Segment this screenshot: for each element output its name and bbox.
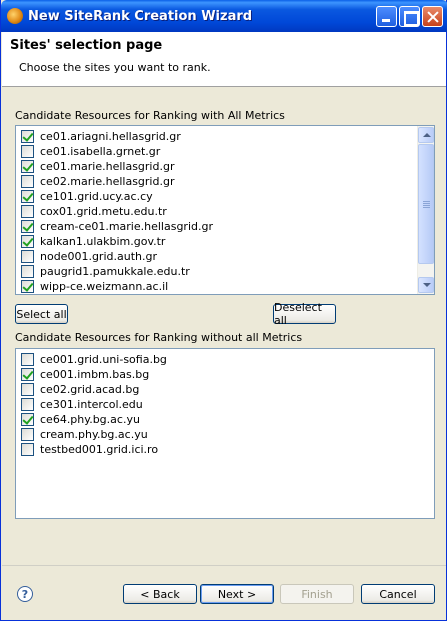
list-item-label: ce101.grid.ucy.ac.cy: [40, 190, 153, 203]
select-all-button[interactable]: Select all: [15, 304, 68, 324]
list-item[interactable]: cream.phy.bg.ac.yu: [21, 427, 148, 442]
list-item[interactable]: ce01.isabella.grnet.gr: [21, 144, 160, 159]
list-item-label: wipp-ce.weizmann.ac.il: [40, 280, 169, 293]
list-item-label: ce01.isabella.grnet.gr: [40, 145, 161, 158]
checkbox-checked[interactable]: [21, 413, 34, 426]
checkbox-unchecked[interactable]: [21, 145, 34, 158]
list-item[interactable]: cox01.grid.metu.edu.tr: [21, 204, 167, 219]
list-item-label: ce001.grid.uni-sofia.bg: [40, 353, 167, 366]
next-button[interactable]: Next >: [200, 584, 274, 604]
close-button[interactable]: [422, 6, 443, 27]
checkbox-unchecked[interactable]: [21, 383, 34, 396]
wizard-header: Sites' selection page Choose the sites y…: [2, 32, 446, 87]
page-description: Choose the sites you want to rank.: [19, 61, 211, 74]
page-title: Sites' selection page: [10, 38, 163, 53]
list-item[interactable]: paugrid1.pamukkale.edu.tr: [21, 264, 190, 279]
list-item-label: node001.grid.auth.gr: [40, 250, 157, 263]
window-title: New SiteRank Creation Wizard: [28, 9, 253, 24]
checkbox-checked[interactable]: [21, 190, 34, 203]
list-item[interactable]: ce001.grid.uni-sofia.bg: [21, 352, 167, 367]
scroll-down-icon[interactable]: [418, 277, 434, 293]
list-item-label: cox01.grid.metu.edu.tr: [40, 205, 167, 218]
checkbox-unchecked[interactable]: [21, 250, 34, 263]
help-icon[interactable]: ?: [17, 586, 33, 602]
cancel-button[interactable]: Cancel: [361, 584, 435, 604]
checkbox-unchecked[interactable]: [21, 175, 34, 188]
scroll-up-icon[interactable]: [418, 127, 434, 143]
app-icon: [7, 8, 23, 24]
checkbox-checked[interactable]: [21, 368, 34, 381]
list-item-label: cream.phy.bg.ac.yu: [40, 428, 148, 441]
list-item[interactable]: ce101.grid.ucy.ac.cy: [21, 189, 153, 204]
list-item-label: paugrid1.pamukkale.edu.tr: [40, 265, 190, 278]
list-item-label: ce001.imbm.bas.bg: [40, 368, 150, 381]
finish-button: Finish: [280, 584, 354, 604]
list-item-label: testbed001.grid.ici.ro: [40, 443, 159, 456]
checkbox-unchecked[interactable]: [21, 265, 34, 278]
list-item[interactable]: ce301.intercol.edu: [21, 397, 143, 412]
checkbox-checked[interactable]: [21, 130, 34, 143]
list-item[interactable]: ce64.phy.bg.ac.yu: [21, 412, 140, 427]
checkbox-unchecked[interactable]: [21, 443, 34, 456]
list-item-label: kalkan1.ulakbim.gov.tr: [40, 235, 166, 248]
checkbox-unchecked[interactable]: [21, 398, 34, 411]
list-item-label: ce64.phy.bg.ac.yu: [40, 413, 140, 426]
checkbox-unchecked[interactable]: [21, 353, 34, 366]
checkbox-checked[interactable]: [21, 220, 34, 233]
footer-separator: [2, 565, 446, 566]
deselect-all-button[interactable]: Deselect all: [273, 301, 336, 327]
checkbox-unchecked[interactable]: [21, 428, 34, 441]
checkbox-unchecked[interactable]: [21, 205, 34, 218]
all-metrics-list[interactable]: ce01.ariagni.hellasgrid.gr ce01.isabella.…: [15, 125, 435, 295]
list-item[interactable]: ce01.marie.hellasgrid.gr: [21, 159, 174, 174]
list-item[interactable]: ce001.imbm.bas.bg: [21, 367, 149, 382]
without-metrics-list[interactable]: ce001.grid.uni-sofia.bg ce001.imbm.bas.bg…: [15, 348, 435, 519]
list-item[interactable]: cream-ce01.marie.hellasgrid.gr: [21, 219, 213, 234]
list-item-label: ce02.marie.hellasgrid.gr: [40, 175, 175, 188]
list-item[interactable]: wipp-ce.weizmann.ac.il: [21, 279, 168, 294]
checkbox-checked[interactable]: [21, 280, 34, 293]
list-item[interactable]: ce01.ariagni.hellasgrid.gr: [21, 129, 181, 144]
checkbox-checked[interactable]: [21, 235, 34, 248]
maximize-button[interactable]: [399, 6, 420, 27]
all-metrics-scrollbar[interactable]: [417, 126, 434, 294]
without-metrics-label: Candidate Resources for Ranking without …: [15, 331, 303, 344]
back-button[interactable]: < Back: [123, 584, 197, 604]
scroll-thumb[interactable]: [418, 144, 434, 264]
list-item-label: ce01.marie.hellasgrid.gr: [40, 160, 175, 173]
list-item[interactable]: ce02.marie.hellasgrid.gr: [21, 174, 174, 189]
wizard-window: New SiteRank Creation Wizard Sites' sele…: [0, 0, 447, 621]
list-item[interactable]: node001.grid.auth.gr: [21, 249, 157, 264]
all-metrics-label: Candidate Resources for Ranking with All…: [15, 109, 285, 122]
list-item-label: ce301.intercol.edu: [40, 398, 143, 411]
checkbox-checked[interactable]: [21, 160, 34, 173]
minimize-button[interactable]: [376, 6, 397, 27]
title-bar[interactable]: New SiteRank Creation Wizard: [1, 0, 447, 32]
list-item[interactable]: ce02.grid.acad.bg: [21, 382, 139, 397]
list-item-label: ce02.grid.acad.bg: [40, 383, 140, 396]
list-item[interactable]: testbed001.grid.ici.ro: [21, 442, 158, 457]
list-item-label: ce01.ariagni.hellasgrid.gr: [40, 130, 181, 143]
list-item[interactable]: kalkan1.ulakbim.gov.tr: [21, 234, 165, 249]
list-item-label: cream-ce01.marie.hellasgrid.gr: [40, 220, 213, 233]
